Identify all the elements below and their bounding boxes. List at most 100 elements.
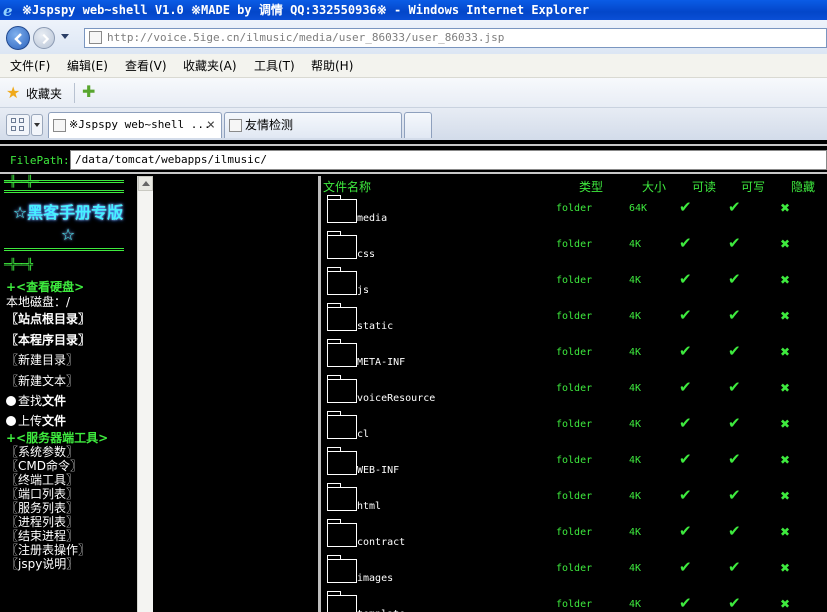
hidden-toggle-icon[interactable]: ✖	[780, 453, 790, 467]
favorites-star-icon[interactable]: ★	[6, 85, 20, 101]
header-read: 可读	[692, 180, 717, 194]
back-button[interactable]	[6, 26, 30, 50]
hidden-toggle-icon[interactable]: ✖	[780, 201, 790, 215]
quick-tabs-icon[interactable]	[6, 114, 30, 136]
hidden-toggle-icon[interactable]: ✖	[780, 309, 790, 323]
file-name-link[interactable]: cl	[357, 429, 369, 440]
history-dropdown-icon[interactable]	[61, 34, 69, 39]
hidden-toggle-icon[interactable]: ✖	[780, 561, 790, 575]
address-input[interactable]: http://voice.5ige.cn/ilmusic/media/user_…	[84, 28, 827, 48]
folder-icon[interactable]	[327, 555, 357, 583]
menu-edit[interactable]: 编辑(E)	[67, 54, 108, 78]
readable-check-icon: ✔	[679, 450, 692, 468]
readable-check-icon: ✔	[679, 486, 692, 504]
local-disk-link[interactable]: 本地磁盘：/	[6, 293, 70, 310]
file-type: folder	[556, 383, 593, 394]
folder-icon[interactable]	[327, 447, 357, 475]
tab-bar: ※Jspspy web~shell ... × 友情检测	[0, 108, 827, 140]
table-row[interactable]: WEB-INF folder 4K ✔ ✔ ✖	[321, 447, 827, 485]
site-root-link[interactable]: 〖站点根目录〗	[6, 310, 90, 327]
window-title: ※Jspspy web~shell V1.0 ※MADE by 调情 QQ:33…	[22, 3, 590, 17]
table-row[interactable]: media folder 64K ✔ ✔ ✖	[321, 195, 827, 233]
tab-list-dropdown-icon[interactable]	[31, 114, 43, 136]
hidden-toggle-icon[interactable]: ✖	[780, 417, 790, 431]
readable-check-icon: ✔	[679, 594, 692, 612]
favorites-separator	[74, 83, 75, 103]
hidden-toggle-icon[interactable]: ✖	[780, 237, 790, 251]
writable-check-icon: ✔	[728, 522, 741, 540]
program-dir-link[interactable]: 〖本程序目录〗	[6, 331, 90, 348]
folder-icon[interactable]	[327, 339, 357, 367]
ie-logo-icon: e	[3, 2, 13, 18]
file-name-link[interactable]: WEB-INF	[357, 465, 399, 476]
tab-friend-check[interactable]: 友情检测	[224, 112, 402, 138]
decorative-line-bottom: ═╬══╬	[4, 258, 33, 271]
file-type: folder	[556, 347, 593, 358]
tool-help-link[interactable]: 〖jspy说明〗	[6, 555, 78, 572]
menu-view[interactable]: 查看(V)	[125, 54, 167, 78]
hidden-toggle-icon[interactable]: ✖	[780, 381, 790, 395]
forward-arrow-icon	[42, 33, 50, 45]
folder-icon[interactable]	[327, 303, 357, 331]
filepath-input[interactable]: /data/tomcat/webapps/ilmusic/	[70, 150, 827, 170]
file-name-link[interactable]: html	[357, 501, 381, 512]
table-row[interactable]: js folder 4K ✔ ✔ ✖	[321, 267, 827, 305]
filepath-bar: FilePath: /data/tomcat/webapps/ilmusic/	[0, 144, 827, 174]
scroll-up-button[interactable]	[138, 176, 153, 191]
file-name-link[interactable]: voiceResource	[357, 393, 435, 404]
folder-icon[interactable]	[327, 411, 357, 439]
folder-icon[interactable]	[327, 267, 357, 295]
file-name-link[interactable]: images	[357, 573, 393, 584]
table-row[interactable]: css folder 4K ✔ ✔ ✖	[321, 231, 827, 269]
tab-close-icon[interactable]: ×	[207, 113, 215, 137]
file-name-link[interactable]: css	[357, 249, 375, 260]
folder-icon[interactable]	[327, 483, 357, 511]
table-row[interactable]: images folder 4K ✔ ✔ ✖	[321, 555, 827, 593]
writable-check-icon: ✔	[728, 558, 741, 576]
table-row[interactable]: contract folder 4K ✔ ✔ ✖	[321, 519, 827, 557]
menu-favorites[interactable]: 收藏夹(A)	[183, 54, 237, 78]
hidden-toggle-icon[interactable]: ✖	[780, 525, 790, 539]
favorites-bar: ★ 收藏夹 ✚	[0, 78, 827, 108]
hidden-toggle-icon[interactable]: ✖	[780, 273, 790, 287]
table-row[interactable]: META-INF folder 4K ✔ ✔ ✖	[321, 339, 827, 377]
table-row[interactable]: cl folder 4K ✔ ✔ ✖	[321, 411, 827, 449]
file-name-link[interactable]: contract	[357, 537, 405, 548]
hidden-toggle-icon[interactable]: ✖	[780, 489, 790, 503]
tab-jspspy[interactable]: ※Jspspy web~shell ... ×	[48, 112, 222, 138]
folder-icon[interactable]	[327, 375, 357, 403]
hidden-toggle-icon[interactable]: ✖	[780, 345, 790, 359]
writable-check-icon: ✔	[728, 414, 741, 432]
upload-file-link[interactable]: 上传文件	[6, 412, 66, 429]
file-type: folder	[556, 275, 593, 286]
file-size: 4K	[629, 347, 642, 358]
new-dir-link[interactable]: 〖新建目录〗	[6, 351, 78, 368]
menu-help[interactable]: 帮助(H)	[311, 54, 353, 78]
new-tab-button[interactable]	[404, 112, 432, 138]
file-size: 4K	[629, 491, 642, 502]
find-file-link[interactable]: 查找文件	[6, 392, 66, 409]
folder-icon[interactable]	[327, 231, 357, 259]
sidebar-scrollbar[interactable]	[137, 176, 153, 612]
file-size: 4K	[629, 383, 642, 394]
file-type: folder	[556, 491, 593, 502]
folder-icon[interactable]	[327, 195, 357, 223]
hidden-toggle-icon[interactable]: ✖	[780, 597, 790, 611]
header-hidden: 隐藏	[791, 180, 816, 194]
folder-icon[interactable]	[327, 519, 357, 547]
file-name-link[interactable]: js	[357, 285, 369, 296]
add-favorite-icon[interactable]: ✚	[82, 84, 95, 100]
table-row[interactable]: templatefolder4K✔✔✖	[321, 591, 827, 612]
menu-file[interactable]: 文件(F)	[10, 54, 50, 78]
table-row[interactable]: voiceResource folder 4K ✔ ✔ ✖	[321, 375, 827, 413]
new-text-link[interactable]: 〖新建文本〗	[6, 372, 78, 389]
table-row[interactable]: html folder 4K ✔ ✔ ✖	[321, 483, 827, 521]
file-name-link[interactable]: META-INF	[357, 357, 405, 368]
forward-button[interactable]	[33, 27, 55, 49]
file-name-link[interactable]: media	[357, 213, 387, 224]
folder-icon[interactable]	[327, 591, 357, 612]
file-name-link[interactable]: static	[357, 321, 393, 332]
favorites-button[interactable]: 收藏夹	[26, 85, 62, 102]
table-row[interactable]: static folder 4K ✔ ✔ ✖	[321, 303, 827, 341]
menu-tools[interactable]: 工具(T)	[254, 54, 295, 78]
